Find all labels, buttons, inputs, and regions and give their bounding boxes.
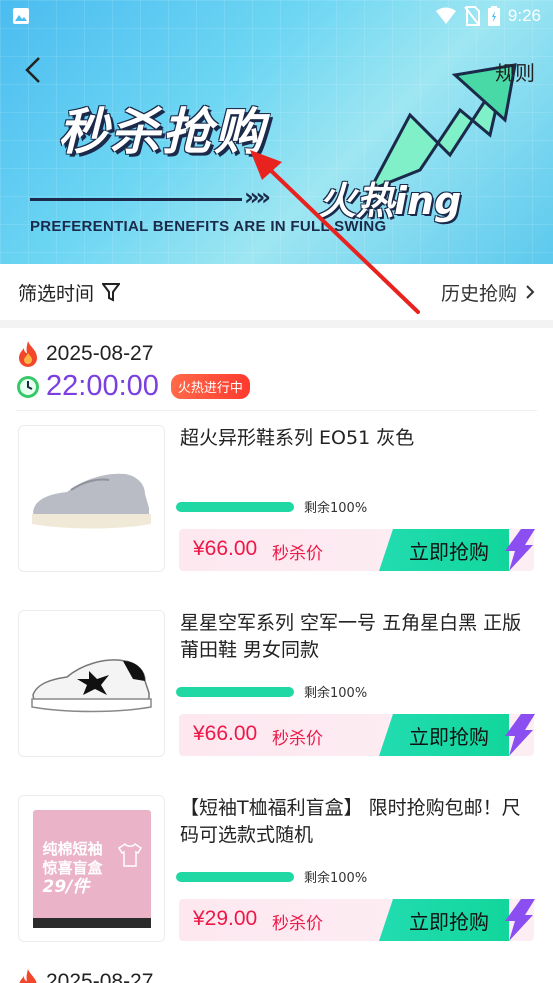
- blind-box-image: 纯棉短袖 惊喜盲盒 29/件: [32, 809, 151, 928]
- buy-now-button[interactable]: 立即抢购: [379, 899, 509, 941]
- status-badge: 火热进行中: [170, 374, 250, 399]
- product-price: ¥66.00: [193, 537, 258, 560]
- chevron-right-icon: [526, 285, 535, 299]
- banner-hot-text: 火热ing: [318, 179, 462, 223]
- stock-text: 剩余100%: [304, 686, 368, 701]
- stock-indicator: 剩余100%: [176, 867, 367, 886]
- price-tag: 秒杀价: [272, 544, 323, 564]
- star-sneaker-image: [30, 658, 152, 712]
- status-time: 9:26: [507, 6, 541, 25]
- filter-bar: 筛选时间 历史抢购: [0, 264, 553, 320]
- session-list: 2025-08-27 22:00:00 火热进行中 超火异形鞋系列 EO51 灰…: [0, 328, 553, 983]
- session-header: 2025-08-27 22:00:00 火热进行中: [16, 340, 250, 403]
- product-price: ¥29.00: [193, 907, 258, 930]
- tshirt-icon: [117, 842, 142, 867]
- battery-icon: [487, 6, 500, 26]
- history-button[interactable]: 历史抢购: [441, 279, 535, 306]
- blind-box-price: 29/件: [42, 876, 90, 897]
- session-time: 22:00:00: [46, 370, 159, 402]
- price-box: ¥66.00 秒杀价 立即抢购: [179, 714, 535, 756]
- fire-icon: [19, 969, 37, 983]
- image-icon: [13, 8, 29, 24]
- stock-indicator: 剩余100%: [176, 682, 367, 701]
- rules-button[interactable]: 规则: [495, 57, 535, 86]
- product-price: ¥66.00: [193, 722, 258, 745]
- buy-now-button[interactable]: 立即抢购: [379, 714, 509, 756]
- back-button[interactable]: [18, 52, 48, 88]
- price-box: ¥29.00 秒杀价 立即抢购: [179, 899, 535, 941]
- price-tag: 秒杀价: [272, 729, 323, 749]
- status-bar: 9:26: [0, 0, 553, 32]
- banner-title: 秒杀抢购: [58, 103, 266, 161]
- product-image[interactable]: 纯棉短袖 惊喜盲盒 29/件: [18, 795, 165, 942]
- stock-bar: [176, 501, 294, 512]
- next-session-header: 2025-08-27: [16, 968, 153, 983]
- no-sim-icon: [464, 6, 480, 26]
- chevron-left-icon: [25, 57, 40, 83]
- session-date: 2025-08-27: [46, 342, 154, 365]
- silver-sneaker-image: [31, 473, 151, 528]
- lightning-icon: [505, 899, 535, 941]
- product-card[interactable]: 超火异形鞋系列 EO51 灰色 剩余100% ¥66.00 秒杀价 立即抢购: [16, 425, 537, 575]
- clock-icon: [17, 375, 39, 398]
- history-label: 历史抢购: [440, 282, 517, 305]
- stock-indicator: 剩余100%: [176, 497, 367, 516]
- banner-divider: [30, 198, 242, 201]
- product-title: 【短袖T桖福利盲盒】 限时抢购包邮！尺码可选款式随机: [180, 797, 521, 846]
- lightning-icon: [505, 714, 535, 756]
- product-card[interactable]: 星星空军系列 空军一号 五角星白黑 正版莆田鞋 男女同款 剩余100% ¥66.…: [16, 610, 537, 760]
- stock-text: 剩余100%: [304, 871, 368, 886]
- product-image[interactable]: [18, 610, 165, 757]
- product-title: 星星空军系列 空军一号 五角星白黑 正版莆田鞋 男女同款: [180, 612, 522, 661]
- fire-icon: [19, 341, 37, 367]
- blind-box-line2: 惊喜盲盒: [42, 858, 103, 877]
- filter-time-label: 筛选时间: [18, 282, 95, 305]
- filter-time-button[interactable]: 筛选时间: [18, 279, 121, 306]
- next-session-date: 2025-08-27: [46, 970, 154, 983]
- blind-box-line1: 纯棉短袖: [42, 839, 103, 858]
- hero-banner: 9:26 规则 秒杀抢购 »» 火热ing PREFERENTIAL BENEF…: [0, 0, 553, 264]
- product-title: 超火异形鞋系列 EO51 灰色: [180, 427, 415, 449]
- price-box: ¥66.00 秒杀价 立即抢购: [179, 529, 535, 571]
- lightning-icon: [505, 529, 535, 571]
- banner-subtitle: PREFERENTIAL BENEFITS ARE IN FULL SWING: [30, 218, 387, 235]
- wifi-icon: [435, 7, 456, 24]
- product-image[interactable]: [18, 425, 165, 572]
- product-card[interactable]: 纯棉短袖 惊喜盲盒 29/件 【短袖T桖福利盲盒】 限时抢购包邮！尺码可选款式随…: [16, 795, 537, 945]
- buy-now-button[interactable]: 立即抢购: [379, 529, 509, 571]
- filter-icon: [102, 283, 121, 302]
- stock-bar: [176, 871, 294, 882]
- price-tag: 秒杀价: [272, 914, 323, 934]
- stock-bar: [176, 686, 294, 697]
- stock-text: 剩余100%: [304, 501, 368, 516]
- banner-arrows: »»: [244, 183, 271, 211]
- divider: [16, 410, 537, 411]
